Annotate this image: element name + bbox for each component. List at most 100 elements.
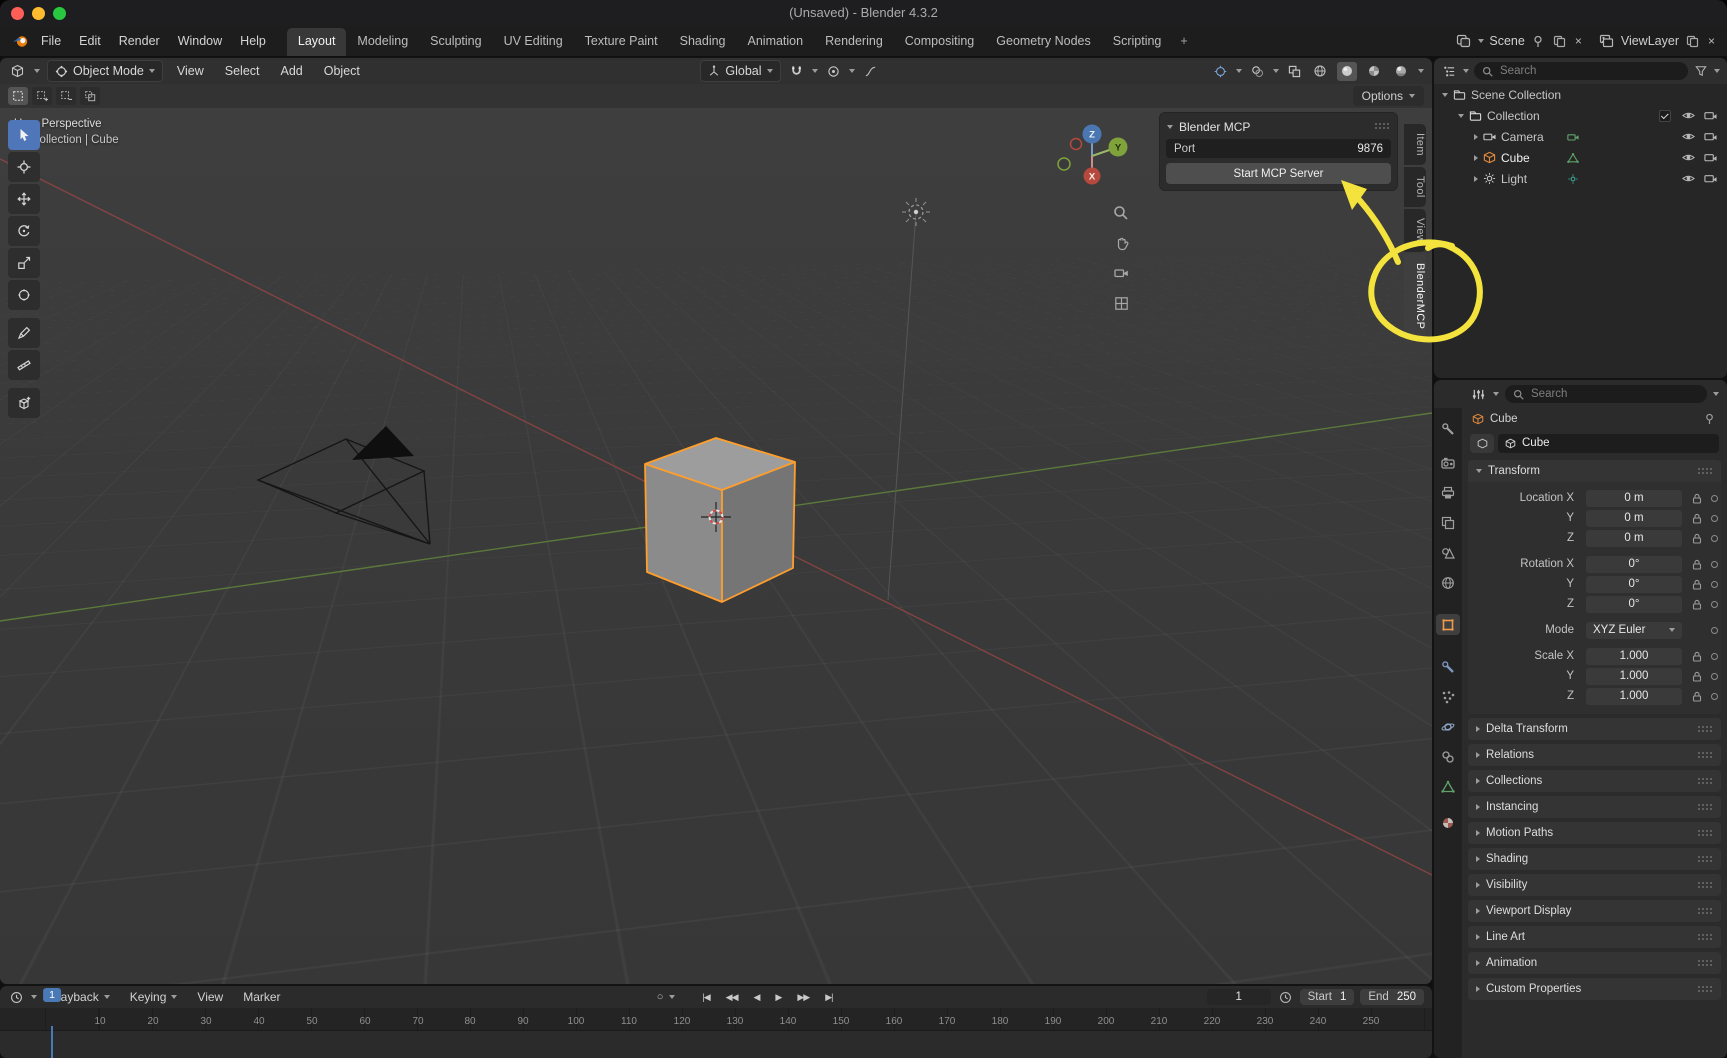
port-field[interactable]: Port 9876 (1166, 139, 1391, 158)
panel-grip-icon[interactable] (1698, 986, 1713, 993)
light-object[interactable] (902, 198, 930, 226)
properties-editor-chevron-icon[interactable] (1493, 392, 1499, 396)
pin-scene-icon[interactable] (1530, 33, 1546, 50)
expand-icon[interactable] (1458, 114, 1464, 118)
tab-material[interactable] (1436, 812, 1460, 833)
tab-object-data[interactable] (1436, 776, 1460, 797)
tab-scene[interactable] (1436, 542, 1460, 563)
proportional-chevron-icon[interactable] (849, 69, 855, 73)
properties-search-input[interactable] (1529, 387, 1699, 401)
show-gizmo-icon[interactable] (1212, 63, 1229, 80)
play-button[interactable]: ▶ (770, 990, 786, 1005)
workspace-tab-sculpting[interactable]: Sculpting (419, 28, 492, 56)
mode-dropdown[interactable]: Object Mode (47, 60, 163, 82)
tab-physics[interactable] (1436, 716, 1460, 737)
overlays-chevron-icon[interactable] (1273, 69, 1279, 73)
hide-in-viewport-icon[interactable] (1682, 151, 1695, 164)
snap-magnet-icon[interactable] (788, 63, 805, 80)
object-name-field[interactable]: Cube (1498, 434, 1719, 453)
timeline-channels[interactable] (0, 1031, 1432, 1058)
properties-search[interactable] (1505, 385, 1707, 403)
expand-icon[interactable] (1474, 134, 1478, 140)
timeline-ruler[interactable]: 10 20 30 40 50 60 70 80 90 100 110 120 1… (0, 1008, 1432, 1031)
location-z-field[interactable]: 0 m (1586, 530, 1682, 547)
panel-header[interactable]: Collections (1468, 770, 1721, 792)
menu-edit[interactable]: Edit (70, 31, 110, 51)
blender-mcp-panel-header[interactable]: Blender MCP (1165, 116, 1392, 137)
select-mode-subtract-button[interactable] (56, 87, 76, 105)
shading-material-button[interactable] (1364, 62, 1384, 81)
panel-header[interactable]: Animation (1468, 952, 1721, 974)
outliner-row-collection[interactable]: Collection (1434, 105, 1727, 126)
viewlayer-icon[interactable] (1597, 32, 1616, 50)
scale-z-field[interactable]: 1.000 (1586, 688, 1682, 705)
tab-constraints[interactable] (1436, 746, 1460, 767)
hide-in-viewport-icon[interactable] (1682, 109, 1695, 122)
exclude-checkbox[interactable] (1659, 110, 1671, 122)
new-scene-icon[interactable] (1551, 33, 1568, 50)
workspace-tab-animation[interactable]: Animation (737, 28, 815, 56)
light-data-icon[interactable] (1567, 173, 1579, 185)
rotate-tool[interactable] (8, 216, 40, 246)
outliner-editor-chevron-icon[interactable] (1463, 69, 1469, 73)
animate-dot-icon[interactable] (1711, 693, 1718, 700)
workspace-tab-shading[interactable]: Shading (669, 28, 737, 56)
snap-chevron-icon[interactable] (812, 69, 818, 73)
lock-icon[interactable] (1692, 671, 1702, 682)
lock-icon[interactable] (1692, 599, 1702, 610)
editor-type-chevron-icon[interactable] (34, 69, 40, 73)
camera-data-icon[interactable] (1567, 131, 1579, 143)
end-frame-field[interactable]: End 250 (1360, 989, 1424, 1005)
xray-toggle-icon[interactable] (1286, 63, 1303, 80)
expand-icon[interactable] (1442, 93, 1448, 97)
marker-menu[interactable]: Marker (236, 987, 287, 1007)
browse-object-button[interactable] (1470, 434, 1494, 453)
menu-add[interactable]: Add (274, 61, 310, 81)
cube-object[interactable] (645, 438, 795, 602)
animate-dot-icon[interactable] (1711, 673, 1718, 680)
panel-grip-icon[interactable] (1698, 726, 1713, 733)
lock-icon[interactable] (1692, 691, 1702, 702)
animate-dot-icon[interactable] (1711, 515, 1718, 522)
workspace-tab-layout[interactable]: Layout (287, 28, 347, 56)
workspace-tab-rendering[interactable]: Rendering (814, 28, 894, 56)
panel-grip-icon[interactable] (1698, 804, 1713, 811)
disable-in-render-icon[interactable] (1704, 151, 1717, 164)
select-mode-intersect-button[interactable] (80, 87, 100, 105)
animate-dot-icon[interactable] (1711, 653, 1718, 660)
tab-output[interactable] (1436, 482, 1460, 503)
tab-view-layer[interactable] (1436, 512, 1460, 533)
annotate-tool[interactable] (8, 318, 40, 348)
lock-icon[interactable] (1692, 493, 1702, 504)
transform-tool[interactable] (8, 280, 40, 310)
panel-header[interactable]: Relations (1468, 744, 1721, 766)
outliner-search[interactable] (1474, 62, 1688, 80)
panel-header[interactable]: Instancing (1468, 796, 1721, 818)
jump-to-start-button[interactable]: |◀ (697, 990, 714, 1005)
rotation-x-field[interactable]: 0° (1586, 556, 1682, 573)
menu-file[interactable]: File (32, 31, 70, 51)
scene-chevron-icon[interactable] (1478, 39, 1484, 43)
pin-id-icon[interactable] (1702, 411, 1717, 427)
disable-in-render-icon[interactable] (1704, 109, 1717, 122)
outliner-editor-type-icon[interactable] (1441, 63, 1458, 80)
panel-grip-icon[interactable] (1698, 934, 1713, 941)
menu-render[interactable]: Render (110, 31, 169, 51)
auto-key-chevron-icon[interactable] (669, 995, 675, 999)
rotation-y-field[interactable]: 0° (1586, 576, 1682, 593)
orientation-dropdown[interactable]: Global (700, 60, 780, 82)
panel-grip-icon[interactable] (1375, 123, 1390, 130)
next-keyframe-button[interactable]: ▶▶ (792, 990, 814, 1005)
tab-modifiers[interactable] (1436, 656, 1460, 677)
panel-grip-icon[interactable] (1698, 752, 1713, 759)
camera-object[interactable] (258, 426, 430, 544)
workspace-tab-uv-editing[interactable]: UV Editing (493, 28, 574, 56)
move-tool[interactable] (8, 184, 40, 214)
lock-icon[interactable] (1692, 513, 1702, 524)
panel-grip-icon[interactable] (1698, 778, 1713, 785)
outliner-search-input[interactable] (1498, 64, 1680, 78)
camera-view-icon[interactable] (1108, 260, 1134, 286)
tab-render[interactable] (1436, 452, 1460, 473)
outliner-row-camera[interactable]: Camera (1434, 126, 1727, 147)
select-box-tool[interactable] (8, 120, 40, 150)
